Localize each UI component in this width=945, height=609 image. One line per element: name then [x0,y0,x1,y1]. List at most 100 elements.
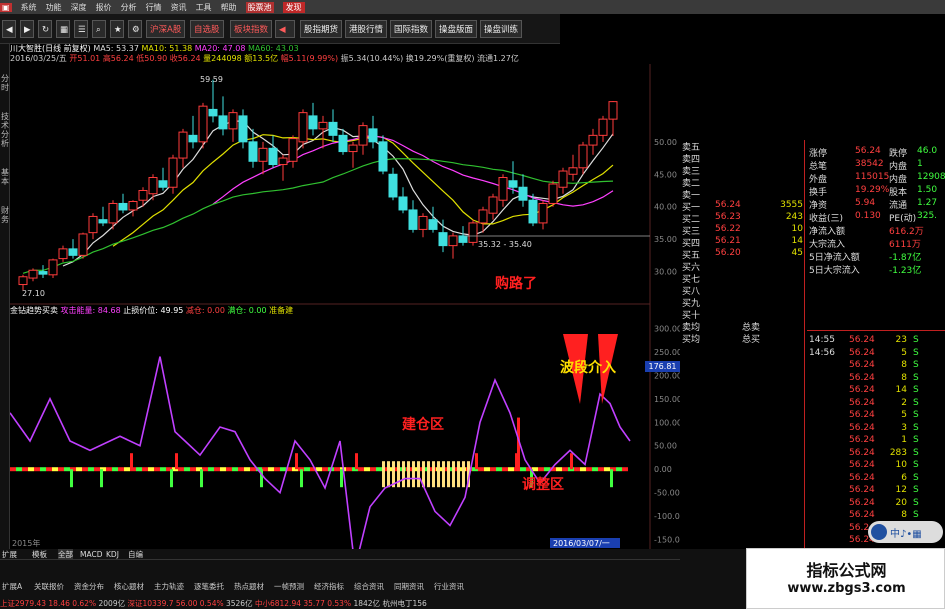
tick-price: 56.24 [849,472,875,483]
baseline-segment [268,467,274,472]
tab-intl-index[interactable]: 国际指数 [390,20,433,38]
btab-kdj[interactable]: KDJ [106,549,119,560]
feature-link[interactable]: 热点题材 [234,581,264,592]
indicator-tick-label: 200.00 [654,371,680,380]
candle-body [128,201,138,211]
candle-body [298,112,308,143]
baseline-segment [538,467,544,472]
menu-function[interactable]: 功能 [46,2,62,13]
signal-up-tick [295,453,298,470]
sz-index[interactable]: 深证10339.7 [127,599,173,608]
back-icon[interactable]: ◀ [2,20,16,38]
vtab-finance[interactable]: 财务 [0,206,10,224]
baseline-segment [250,467,256,472]
vtab-technical[interactable]: 技术分析 [0,112,10,148]
left-vertical-tabs: 分时 技术分析 基本 财务 [0,44,10,549]
feature-link[interactable]: 主力轨迹 [154,581,184,592]
indicator-tick-label: -150.00 [654,536,680,545]
chart-icon[interactable]: ▦ [56,20,70,38]
tab-trading-layout[interactable]: 操盘版面 [435,20,478,38]
btab-extend[interactable]: 扩展 [2,549,17,560]
quote-label: 净流入额 [809,227,846,237]
feature-link[interactable]: 核心题材 [114,581,144,592]
quote-stats: 涨停 56.24 跌停 46.0 总笔 38542 内盘 1 外盘 115015 内盘 12908 换手… [807,140,945,330]
candle-body [398,196,408,211]
refresh-icon[interactable]: ↻ [38,20,52,38]
tick-time: 14:56 [809,347,835,358]
signal-down-tick [70,469,73,488]
tick-volume: 5 [901,410,907,420]
candle-body [208,108,218,117]
baseline-segment [604,467,610,472]
feature-link[interactable]: 经济指标 [314,581,344,592]
list-icon[interactable]: ☰ [74,20,88,38]
tab-sector-index[interactable]: 板块指数 [230,20,273,38]
baseline-segment [622,467,628,472]
menu-discover[interactable]: 发现 [282,1,305,13]
vtab-basic[interactable]: 基本 [0,168,10,186]
quote-value: 5.94 [855,198,876,208]
feature-link[interactable]: 一帧预测 [274,581,304,592]
menu-info[interactable]: 资讯 [171,2,187,13]
stock-name: 川大智胜(日线 前复权) [10,44,91,53]
btab-custom[interactable]: 自编 [128,549,143,560]
tab-watchlist[interactable]: 自选股 [190,20,224,38]
mid-index[interactable]: 中小6812.94 [255,599,301,608]
feature-link[interactable]: 逐笔委托 [194,581,224,592]
baseline-segment [142,467,148,472]
turnover: 换19.29%(重复权) [405,54,475,63]
stop-loss-price: 止损价位: 49.95 [123,306,184,315]
feature-link[interactable]: 行业资讯 [434,581,464,592]
menu-tools[interactable]: 工具 [196,2,212,13]
vtab-time[interactable]: 分时 [0,74,10,92]
menu-depth[interactable]: 深度 [71,2,87,13]
attack-energy: 攻击能量: 84.68 [60,306,121,315]
feature-link[interactable]: 同期资讯 [394,581,424,592]
app-logo-icon[interactable]: ▣ [0,2,12,12]
signal-down-tick [100,469,103,488]
quote-label: 涨停 [809,149,828,159]
quote-value: 38542 [855,159,884,169]
btab-template[interactable]: 模板 [32,549,47,560]
tick-side: S [913,472,919,483]
menu-bar: ▣ 系统 功能 深度 报价 分析 行情 资讯 工具 帮助 股票池 发现 [0,0,945,14]
arrow-left-icon[interactable]: ◀ [275,20,295,38]
indicator-value-badge: 176.81 [645,361,680,372]
tab-trading-practice[interactable]: 操盘训练 [480,20,523,38]
candle-body [598,118,608,136]
btab-all[interactable]: 全部 [58,549,73,560]
tab-sh-sz-a[interactable]: 沪深A股 [146,20,186,38]
candle-body [178,131,188,159]
gear-icon[interactable]: ⚙ [128,20,142,38]
feature-link[interactable]: 关联报价 [34,581,64,592]
menu-quote[interactable]: 报价 [96,2,112,13]
sh-index[interactable]: 上证2979.43 [0,599,46,608]
star-icon[interactable]: ★ [110,20,124,38]
menu-analysis[interactable]: 分析 [121,2,137,13]
candle-body [168,157,178,188]
menu-market[interactable]: 行情 [146,2,162,13]
candle-body [248,141,258,162]
search-icon[interactable]: ⌕ [92,20,106,38]
tab-index-futures[interactable]: 股指期货 [300,20,343,38]
btab-macd[interactable]: MACD [80,549,102,560]
menu-stock-pool[interactable]: 股票池 [245,1,274,13]
menu-system[interactable]: 系统 [21,2,37,13]
forward-icon[interactable]: ▶ [20,20,34,38]
menu-help[interactable]: 帮助 [221,2,237,13]
quote-label: 总笔 [809,162,828,172]
tick-side: S [913,385,919,395]
quote-value: 115015 [855,172,890,182]
floating-assistant-widget[interactable]: 中♪•▦ [868,521,943,543]
feature-link[interactable]: 综合资讯 [354,581,384,592]
bottom-tab-strip: 扩展 模板 全部 MACD KDJ 自编 [0,549,680,560]
signal-down-tick [300,469,303,488]
tick-price: 56.24 [849,410,875,420]
tick-side: S [913,447,919,458]
feature-link[interactable]: 资金分布 [74,581,104,592]
buy-level-volume: 45 [791,248,803,258]
candle-body [268,147,278,166]
tab-hk-market[interactable]: 港股行情 [345,20,388,38]
baseline-segment [544,467,550,472]
feature-link[interactable]: 扩展A [2,581,22,592]
